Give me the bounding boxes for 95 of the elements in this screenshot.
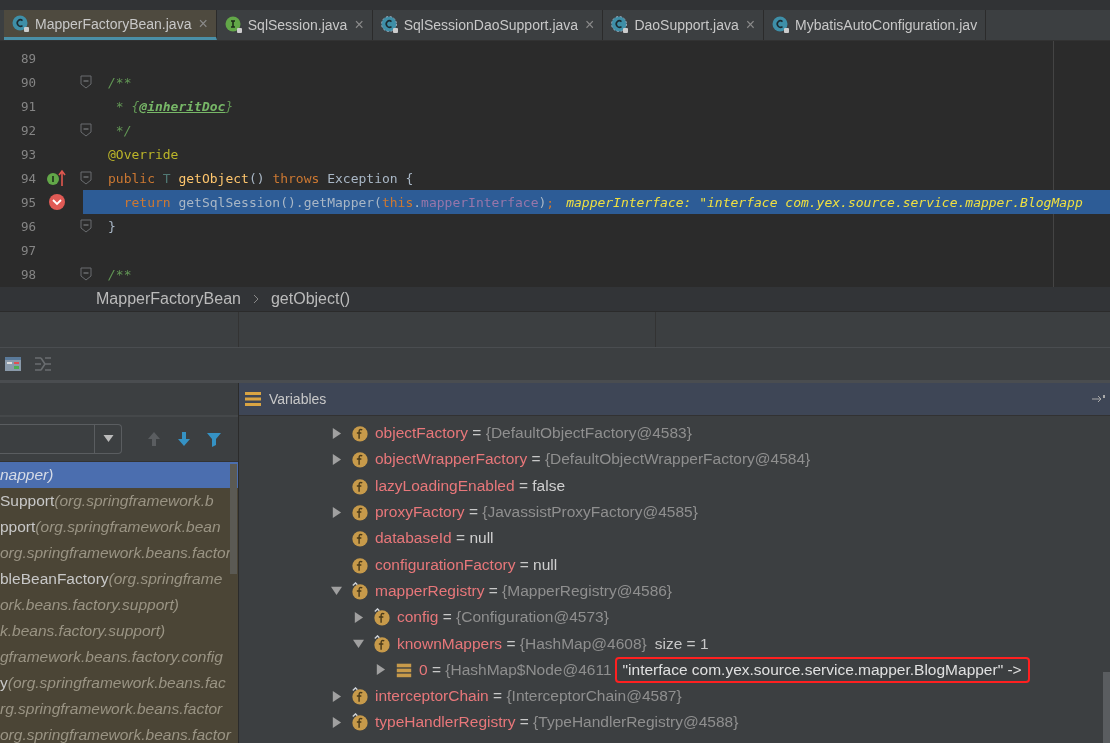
- line-number: 92: [19, 122, 36, 138]
- scrollbar[interactable]: [1103, 672, 1110, 743]
- code-token: ;: [546, 194, 555, 210]
- chevron-icon: [252, 294, 259, 304]
- code-token: /**: [108, 74, 132, 90]
- code-token: return: [122, 194, 172, 210]
- scrollbar[interactable]: [230, 464, 237, 574]
- code-token: @Override: [108, 146, 179, 162]
- fold-icon[interactable]: [80, 75, 92, 89]
- line-number: 91: [19, 98, 36, 114]
- table-icon[interactable]: [4, 355, 22, 373]
- size-label: size = 1: [654, 634, 709, 653]
- collapsed-arrow-icon[interactable]: [353, 611, 364, 623]
- variable-entry[interactable]: typeHandlerRegistry = {TypeHandlerRegistry@4588}: [375, 713, 739, 732]
- restore-icon[interactable]: [1092, 394, 1106, 404]
- collapsed-arrow-icon[interactable]: [331, 427, 342, 439]
- code-token: getObject: [178, 170, 249, 186]
- variable-entry[interactable]: configurationFactory = null: [375, 555, 558, 574]
- breakpoint-icon[interactable]: [46, 193, 68, 211]
- line-number: 89: [19, 50, 36, 66]
- stack-frame[interactable]: napper): [0, 462, 238, 488]
- highlighted-value: "interface com.yex.source.service.mapper.BlogMapper" ->: [614, 656, 1030, 683]
- fold-icon[interactable]: [80, 219, 92, 233]
- implements-icon: [46, 169, 68, 187]
- collapsed-arrow-icon[interactable]: [331, 690, 342, 702]
- interface-icon: [224, 16, 243, 34]
- inline-value: mapperInterface: "interface com.yex.source.service.mapper.BlogMapp: [566, 194, 1083, 210]
- code-token: throws: [272, 170, 321, 186]
- collapsed-arrow-icon[interactable]: [375, 664, 386, 676]
- code-token: (): [248, 170, 266, 186]
- code-token: }: [108, 218, 116, 234]
- stack-frame[interactable]: ork.beans.factory.support): [0, 592, 238, 618]
- line-number: 90: [19, 74, 36, 90]
- code-token: mapperInterface: [421, 194, 539, 210]
- fold-icon[interactable]: [80, 267, 92, 281]
- editor-tab[interactable]: SqlSession.java ×: [216, 10, 373, 40]
- filter-icon[interactable]: [206, 431, 222, 447]
- stack-frame[interactable]: gframework.beans.factory.config: [0, 644, 238, 670]
- stack-frame[interactable]: bleBeanFactory(org.springframe: [0, 566, 238, 592]
- code-token: /**: [108, 266, 132, 282]
- breadcrumb-item[interactable]: MapperFactoryBean: [96, 290, 241, 308]
- stack-frame[interactable]: y(org.springframework.beans.fac: [0, 670, 238, 696]
- collapsed-arrow-icon[interactable]: [331, 716, 342, 728]
- stack-frame[interactable]: org.springframework.beans.factor: [0, 540, 238, 566]
- line-number: 98: [19, 266, 36, 282]
- code-token: Exception {: [327, 170, 414, 186]
- code-token: * {: [114, 98, 140, 114]
- code-token: }: [225, 98, 234, 114]
- line-number: 97: [19, 242, 36, 258]
- breadcrumb-item[interactable]: getObject(): [270, 290, 351, 308]
- expanded-arrow-icon[interactable]: [353, 638, 364, 649]
- code-token: getSqlSession().getMapper(: [178, 194, 382, 210]
- code-token: .: [413, 194, 422, 210]
- variable-entry[interactable]: databaseId = null: [375, 529, 494, 548]
- caret-icon: [102, 435, 114, 443]
- stack-frame[interactable]: rg.springframework.beans.factor: [0, 696, 238, 722]
- stack-frame[interactable]: k.beans.factory.support): [0, 618, 238, 644]
- stack-frame[interactable]: org.springframework.beans.factor: [0, 722, 238, 743]
- variable-entry[interactable]: config = {Configuration@4573}: [397, 608, 609, 627]
- editor-tab[interactable]: SqlSessionDaoSupport.java ×: [372, 10, 604, 40]
- code-token: */: [114, 122, 132, 138]
- arrow-down-icon[interactable]: [176, 431, 192, 447]
- variable-entry[interactable]: knownMappers = {HashMap@4608}: [397, 634, 647, 653]
- line-number: 93: [19, 146, 36, 162]
- code-token: @inheritDoc: [139, 98, 226, 114]
- editor-tab[interactable]: DaoSupport.java ×: [603, 10, 765, 40]
- class-icon: [611, 16, 630, 34]
- variable-entry[interactable]: proxyFactory = {JavassistProxyFactory@4585}: [375, 503, 698, 522]
- fold-icon[interactable]: [80, 171, 92, 185]
- class-icon: [12, 14, 30, 33]
- panel-title: Variables: [269, 391, 328, 407]
- fold-icon[interactable]: [80, 123, 92, 137]
- variable-entry[interactable]: objectWrapperFactory = {DefaultObjectWrapperFactory@4584}: [375, 450, 811, 469]
- collapsed-arrow-icon[interactable]: [331, 506, 342, 518]
- line-number: 96: [19, 218, 36, 234]
- expanded-arrow-icon[interactable]: [331, 585, 342, 597]
- code-token: ): [538, 194, 547, 210]
- line-number: 94: [19, 170, 36, 186]
- code-token: T: [162, 170, 172, 186]
- editor-tab[interactable]: MapperFactoryBean.java ×: [4, 10, 217, 40]
- stack-frame[interactable]: Support(org.springframework.b: [0, 488, 238, 514]
- stack-frame[interactable]: pport(org.springframework.bean: [0, 514, 238, 540]
- variable-entry[interactable]: interceptorChain = {InterceptorChain@4587}: [375, 687, 682, 706]
- variable-entry[interactable]: objectFactory = {DefaultObjectFactory@4583}: [375, 424, 692, 443]
- variable-entry[interactable]: 0 = {HashMap$Node@4611: [419, 660, 612, 679]
- line-number: 95: [19, 194, 36, 210]
- editor-tab[interactable]: MybatisAutoConfiguration.jav: [764, 10, 987, 40]
- code-token: public: [108, 170, 156, 186]
- variable-entry[interactable]: mapperRegistry = {MapperRegistry@4586}: [375, 581, 673, 600]
- class-icon: [772, 16, 791, 34]
- variables-icon: [245, 392, 261, 406]
- variable-entry[interactable]: lazyLoadingEnabled = false: [375, 476, 566, 495]
- class-icon: [380, 16, 399, 34]
- code-token: this: [381, 194, 414, 210]
- collapsed-arrow-icon[interactable]: [331, 453, 342, 465]
